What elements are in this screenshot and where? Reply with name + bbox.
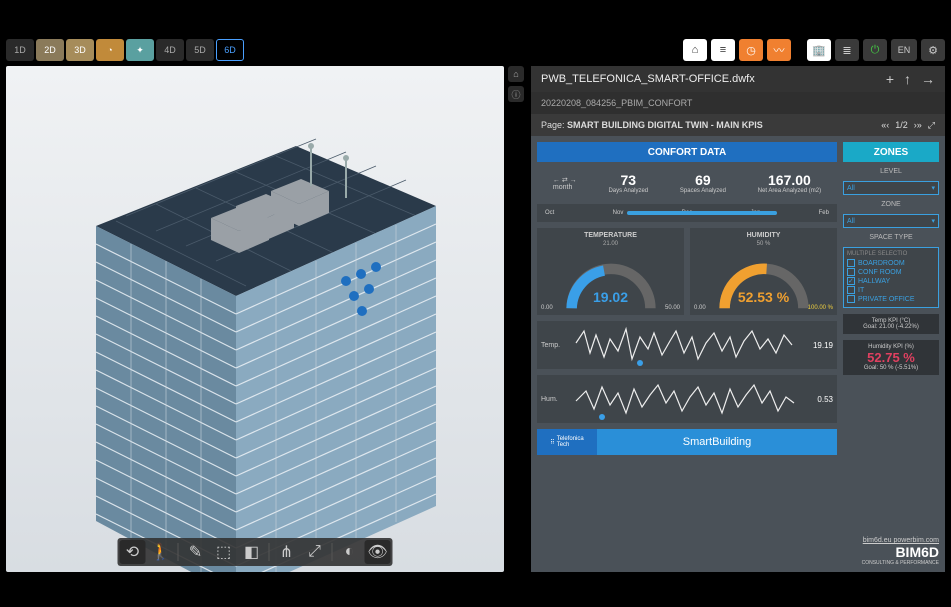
page-position: 1/2 xyxy=(895,120,908,130)
building-icon[interactable]: 🏢 xyxy=(807,39,831,61)
stat-spaces: 69 xyxy=(680,172,726,188)
last-page-icon[interactable]: ›» xyxy=(914,120,922,130)
add-icon[interactable]: + xyxy=(886,71,894,87)
rail-info-icon[interactable]: ⓘ xyxy=(508,86,524,102)
side-rail: ⌂ ⓘ xyxy=(508,66,526,106)
dashboard-panel: PWB_TELEFONICA_SMART-OFFICE.dwfx + ↑ → 2… xyxy=(531,66,945,572)
space-type-item[interactable]: BOARDROOM xyxy=(847,259,935,267)
dim-1d[interactable]: 1D xyxy=(6,39,34,61)
dim-6d[interactable]: 6D xyxy=(216,39,244,61)
list-icon[interactable]: ≡ xyxy=(711,39,735,61)
box-icon[interactable]: ◧ xyxy=(239,540,265,564)
3d-viewport[interactable]: ⟲ 🚶 ✎ ⬚ ◧ ⋔ ⤢ ◐ 👁 xyxy=(6,66,504,572)
top-toolbar: 1D 2D 3D ◔ ✦ 4D 5D 6D ⌂ ≡ ◷ 〰 🏢 ≣ ⏻ EN ⚙ xyxy=(6,36,945,64)
toggle-icon[interactable]: ⏻ xyxy=(863,39,887,61)
space-type-item[interactable]: PRIVATE OFFICE xyxy=(847,295,935,303)
temp-kpi: Temp KPI (°C) Goal: 21.00 (-4.22%) xyxy=(843,314,939,334)
page-title: SMART BUILDING DIGITAL TWIN - MAIN KPIS xyxy=(567,120,763,130)
right-toolbar: ⌂ ≡ ◷ 〰 🏢 ≣ ⏻ EN ⚙ xyxy=(683,39,945,61)
session-bar: 20220208_084256_PBIM_CONFORT xyxy=(531,92,945,114)
home-icon[interactable]: ⌂ xyxy=(683,39,707,61)
walk-icon[interactable]: 🚶 xyxy=(148,540,174,564)
stats-row: ← ⇄ →month 73Days Analyzed 69Spaces Anal… xyxy=(537,168,837,198)
building-model xyxy=(36,116,456,572)
dim-3d[interactable]: 3D xyxy=(66,39,94,61)
telefonica-logo: ⠿ TelefonicaTech xyxy=(537,429,597,455)
space-type-item[interactable]: CONF ROOM xyxy=(847,268,935,276)
chevron-down-icon: ▾ xyxy=(931,184,935,192)
panel-header: PWB_TELEFONICA_SMART-OFFICE.dwfx + ↑ → xyxy=(531,66,945,92)
measure-icon[interactable]: ⤢ xyxy=(302,540,328,564)
level-select[interactable]: All▾ xyxy=(843,181,939,195)
visibility-icon[interactable]: 👁 xyxy=(365,540,391,564)
rail-home-icon[interactable]: ⌂ xyxy=(508,66,524,82)
temp-value: 19.02 xyxy=(593,289,628,305)
dim-2d[interactable]: 2D xyxy=(36,39,64,61)
dashboard-body: CONFORT DATA ← ⇄ →month 73Days Analyzed … xyxy=(531,136,945,572)
timeline[interactable]: OctNov DecJan Feb xyxy=(537,204,837,222)
temperature-gauge: TEMPERATURE 21.00 19.02 0.0050.00 xyxy=(537,228,684,315)
expand-icon[interactable]: ⤢ xyxy=(928,120,935,131)
upload-icon[interactable]: ↑ xyxy=(904,71,911,87)
space-type-item[interactable]: HALLWAY xyxy=(847,277,935,285)
dimension-buttons: 1D 2D 3D ◔ ✦ 4D 5D 6D xyxy=(6,39,244,61)
stat-area: 167.00 xyxy=(758,172,821,188)
next-icon[interactable]: → xyxy=(921,71,935,87)
space-type-list[interactable]: MULTIPLE SELECTIO BOARDROOMCONF ROOMHALL… xyxy=(843,247,939,308)
logo-row: ⠿ TelefonicaTech SmartBuilding xyxy=(537,429,837,455)
page-nav: «‹ 1/2 ›» ⤢ xyxy=(881,120,935,131)
dim-chart[interactable]: ◔ xyxy=(96,39,124,61)
hum-trend: Hum. 0.53 xyxy=(537,375,837,423)
dim-5d[interactable]: 5D xyxy=(186,39,214,61)
orbit-icon[interactable]: ⟲ xyxy=(120,540,146,564)
page-bar: Page: SMART BUILDING DIGITAL TWIN - MAIN… xyxy=(531,114,945,136)
edit-icon[interactable]: ✎ xyxy=(183,540,209,564)
settings-icon[interactable]: ⚙ xyxy=(921,39,945,61)
humidity-gauge: HUMIDITY 50 % 52.53 % 0.00100.00 % xyxy=(690,228,837,315)
trend-icon[interactable]: 〰 xyxy=(767,39,791,61)
hum-kpi: Humidity KPI (%) 52.75 % Goal: 50 % (-5.… xyxy=(843,340,939,375)
hum-value: 52.53 % xyxy=(738,289,789,305)
layers-icon[interactable]: ≣ xyxy=(835,39,859,61)
space-type-item[interactable]: IT xyxy=(847,286,935,294)
language-selector[interactable]: EN xyxy=(891,39,917,61)
chevron-down-icon: ▾ xyxy=(931,217,935,225)
smartbuilding-logo: SmartBuilding xyxy=(597,429,837,455)
hum-kpi-value: 52.75 % xyxy=(847,350,935,365)
first-page-icon[interactable]: «‹ xyxy=(881,120,889,130)
viewport-toolbar: ⟲ 🚶 ✎ ⬚ ◧ ⋔ ⤢ ◐ 👁 xyxy=(118,538,393,566)
zone-select[interactable]: All▾ xyxy=(843,214,939,228)
zones-header: ZONES xyxy=(843,142,939,162)
cube-icon[interactable]: ⬚ xyxy=(211,540,237,564)
brand-footer: bim6d.eu powerbim.com BIM6D CONSULTING &… xyxy=(843,537,939,566)
dim-plus[interactable]: ✦ xyxy=(126,39,154,61)
dim-4d[interactable]: 4D xyxy=(156,39,184,61)
section-icon[interactable]: ◐ xyxy=(337,540,363,564)
file-name: PWB_TELEFONICA_SMART-OFFICE.dwfx xyxy=(541,73,755,85)
temp-trend: Temp. 19.19 xyxy=(537,321,837,369)
confort-header: CONFORT DATA xyxy=(537,142,837,162)
session-label: 20220208_084256_PBIM_CONFORT xyxy=(541,98,692,108)
stat-days: 73 xyxy=(608,172,648,188)
clock-icon[interactable]: ◷ xyxy=(739,39,763,61)
hierarchy-icon[interactable]: ⋔ xyxy=(274,540,300,564)
